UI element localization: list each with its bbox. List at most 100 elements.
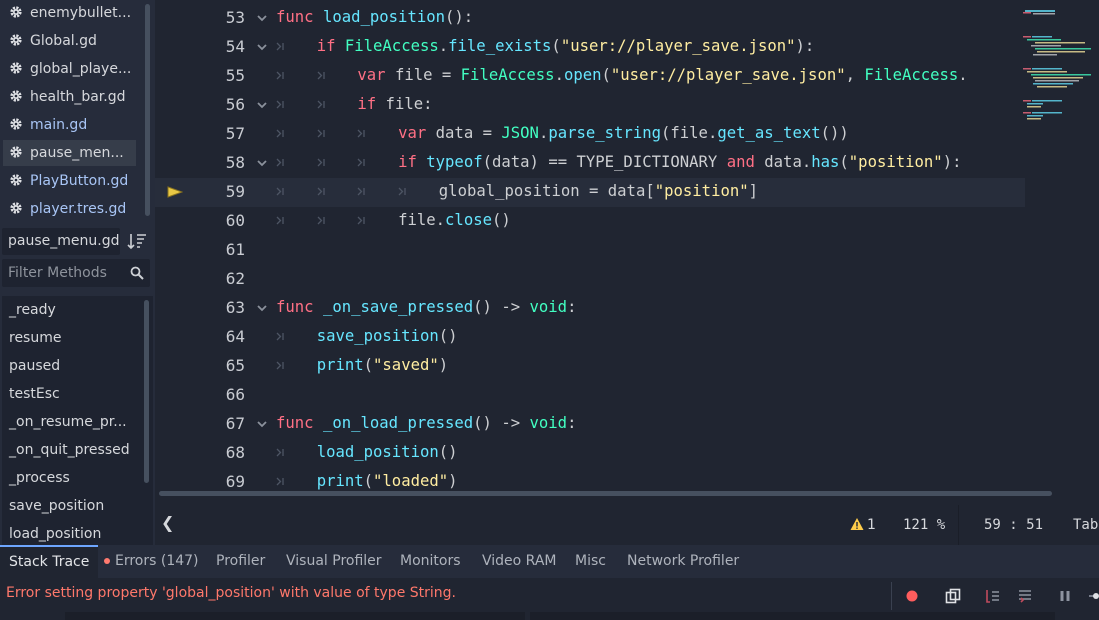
break-on-error-icon[interactable]: [904, 588, 920, 604]
method-item[interactable]: _ready: [9, 296, 56, 324]
script-file-name: PlayButton.gd: [30, 173, 129, 189]
code-token: ]: [748, 182, 759, 200]
zoom-level[interactable]: 121 %: [903, 515, 945, 535]
code-token: (): [438, 443, 458, 461]
debugger-tab[interactable]: Profiler: [216, 545, 265, 578]
code-token: void: [529, 414, 568, 432]
step-over-icon[interactable]: [1017, 588, 1033, 604]
code-token: (data) == TYPE_DICTIONARY: [482, 153, 727, 171]
warnings-button[interactable]: 1: [850, 515, 884, 535]
code-token: .: [538, 124, 549, 142]
debugger-tab[interactable]: Visual Profiler: [286, 545, 382, 578]
file-list-scrollbar[interactable]: [145, 4, 150, 216]
fold-chevron-icon[interactable]: [256, 12, 268, 24]
line-number: 65: [225, 356, 245, 375]
tab-indent-marker-icon: [276, 129, 284, 138]
code-token: (: [363, 472, 374, 490]
gear-icon: [10, 90, 22, 102]
warning-count: 1: [867, 517, 876, 533]
tab-indent-marker-icon: [317, 187, 325, 196]
script-file-item[interactable]: global_playe...: [3, 56, 136, 82]
script-file-item[interactable]: main.gd: [3, 112, 136, 138]
step-into-icon[interactable]: [985, 588, 1001, 604]
method-item[interactable]: resume: [9, 324, 61, 352]
debugger-tab-label: Visual Profiler: [286, 553, 382, 569]
code-token: ,: [845, 66, 865, 84]
code-token: FileAccess: [344, 37, 439, 55]
code-token: if: [398, 153, 417, 171]
line-number: 58: [225, 153, 245, 172]
script-file-item[interactable]: PlayButton.gd: [3, 168, 136, 194]
fold-chevron-icon[interactable]: [256, 99, 268, 111]
copy-error-icon[interactable]: [945, 588, 961, 604]
gear-icon: [10, 62, 22, 74]
output-strip: [530, 612, 1055, 620]
method-item[interactable]: _on_resume_pr...: [9, 408, 127, 436]
line-number: 61: [225, 240, 245, 259]
debugger-tab[interactable]: Errors (147): [104, 545, 199, 578]
script-panel: enemybullet... Global.gd global_playe... he…: [0, 0, 155, 545]
code-token: (): [492, 211, 511, 229]
tab-indent-marker-icon: [276, 158, 284, 167]
code-token: typeof: [426, 153, 483, 171]
tab-indent-marker-icon: [317, 129, 325, 138]
method-item[interactable]: testEsc: [9, 380, 60, 408]
pause-icon[interactable]: [1057, 588, 1073, 604]
code-token: "user://player_save.json": [560, 37, 796, 55]
code-line: load_position(): [317, 438, 458, 467]
editor-horizontal-scrollbar[interactable]: [159, 491, 1052, 496]
toggle-scripts-panel-button[interactable]: ❮: [161, 513, 174, 532]
tab-indent-marker-icon: [357, 216, 366, 225]
tab-indent-marker-icon: [276, 100, 284, 109]
method-item[interactable]: load_position: [9, 520, 101, 545]
method-item[interactable]: _process: [9, 464, 70, 492]
editor-status-bar: ❮ 1 121 % 59 : 51 Tabs: [155, 505, 1099, 545]
line-number: 55: [225, 66, 245, 85]
fold-chevron-icon[interactable]: [256, 157, 268, 169]
debugger-tab[interactable]: Misc: [575, 545, 606, 578]
fold-chevron-icon[interactable]: [256, 41, 268, 53]
debugger-tab[interactable]: Stack Trace: [0, 545, 99, 578]
debugger-tab[interactable]: Monitors: [400, 545, 461, 578]
debugger-tab[interactable]: Video RAM: [482, 545, 557, 578]
code-token: file_exists: [448, 37, 552, 55]
code-token: () ->: [473, 414, 530, 432]
debugger-tab[interactable]: Network Profiler: [627, 545, 739, 578]
code-token: load_position: [316, 443, 439, 461]
fold-chevron-icon[interactable]: [256, 418, 268, 430]
code-token: func: [276, 8, 314, 26]
code-token: (: [601, 66, 611, 84]
script-file-item[interactable]: enemybullet...: [3, 0, 136, 26]
method-item[interactable]: _on_quit_pressed: [9, 436, 130, 464]
line-number: 59: [225, 182, 245, 201]
code-token: file:: [376, 95, 433, 113]
code-token: "user://player_save.json": [610, 66, 846, 84]
debugger-tabs: Stack Trace Errors (147) Profiler Visual Pr…: [0, 545, 1099, 578]
code-token: ): [438, 356, 449, 374]
code-minimap[interactable]: [1023, 8, 1099, 128]
code-line: func _on_load_pressed() -> void:: [276, 409, 576, 438]
script-file-item[interactable]: pause_men...: [3, 140, 136, 166]
continue-icon[interactable]: [1088, 588, 1099, 604]
current-script-name: pause_menu.gd: [2, 228, 120, 255]
filter-methods-input[interactable]: Filter Methods: [2, 259, 150, 287]
script-file-item[interactable]: player.tres.gd: [3, 196, 136, 222]
script-file-item[interactable]: health_bar.gd: [3, 84, 136, 110]
sort-icon[interactable]: [127, 232, 147, 250]
method-item[interactable]: save_position: [9, 492, 104, 520]
method-item[interactable]: paused: [9, 352, 60, 380]
script-file-item[interactable]: Global.gd: [3, 28, 136, 54]
code-token: load_position: [322, 8, 446, 26]
indent-mode[interactable]: Tabs: [1073, 515, 1099, 535]
tab-indent-marker-icon: [276, 448, 284, 457]
method-list-scrollbar[interactable]: [144, 300, 149, 483]
cursor-position: 59 : 51: [984, 517, 1044, 533]
code-token: func: [276, 414, 314, 432]
tab-indent-marker-icon: [276, 477, 284, 486]
fold-chevron-icon[interactable]: [256, 302, 268, 314]
line-number: 57: [225, 124, 245, 143]
output-strip: [65, 612, 525, 620]
code-editor[interactable]: 53 func load_position(): 54 if FileAccess.f…: [155, 0, 1099, 505]
